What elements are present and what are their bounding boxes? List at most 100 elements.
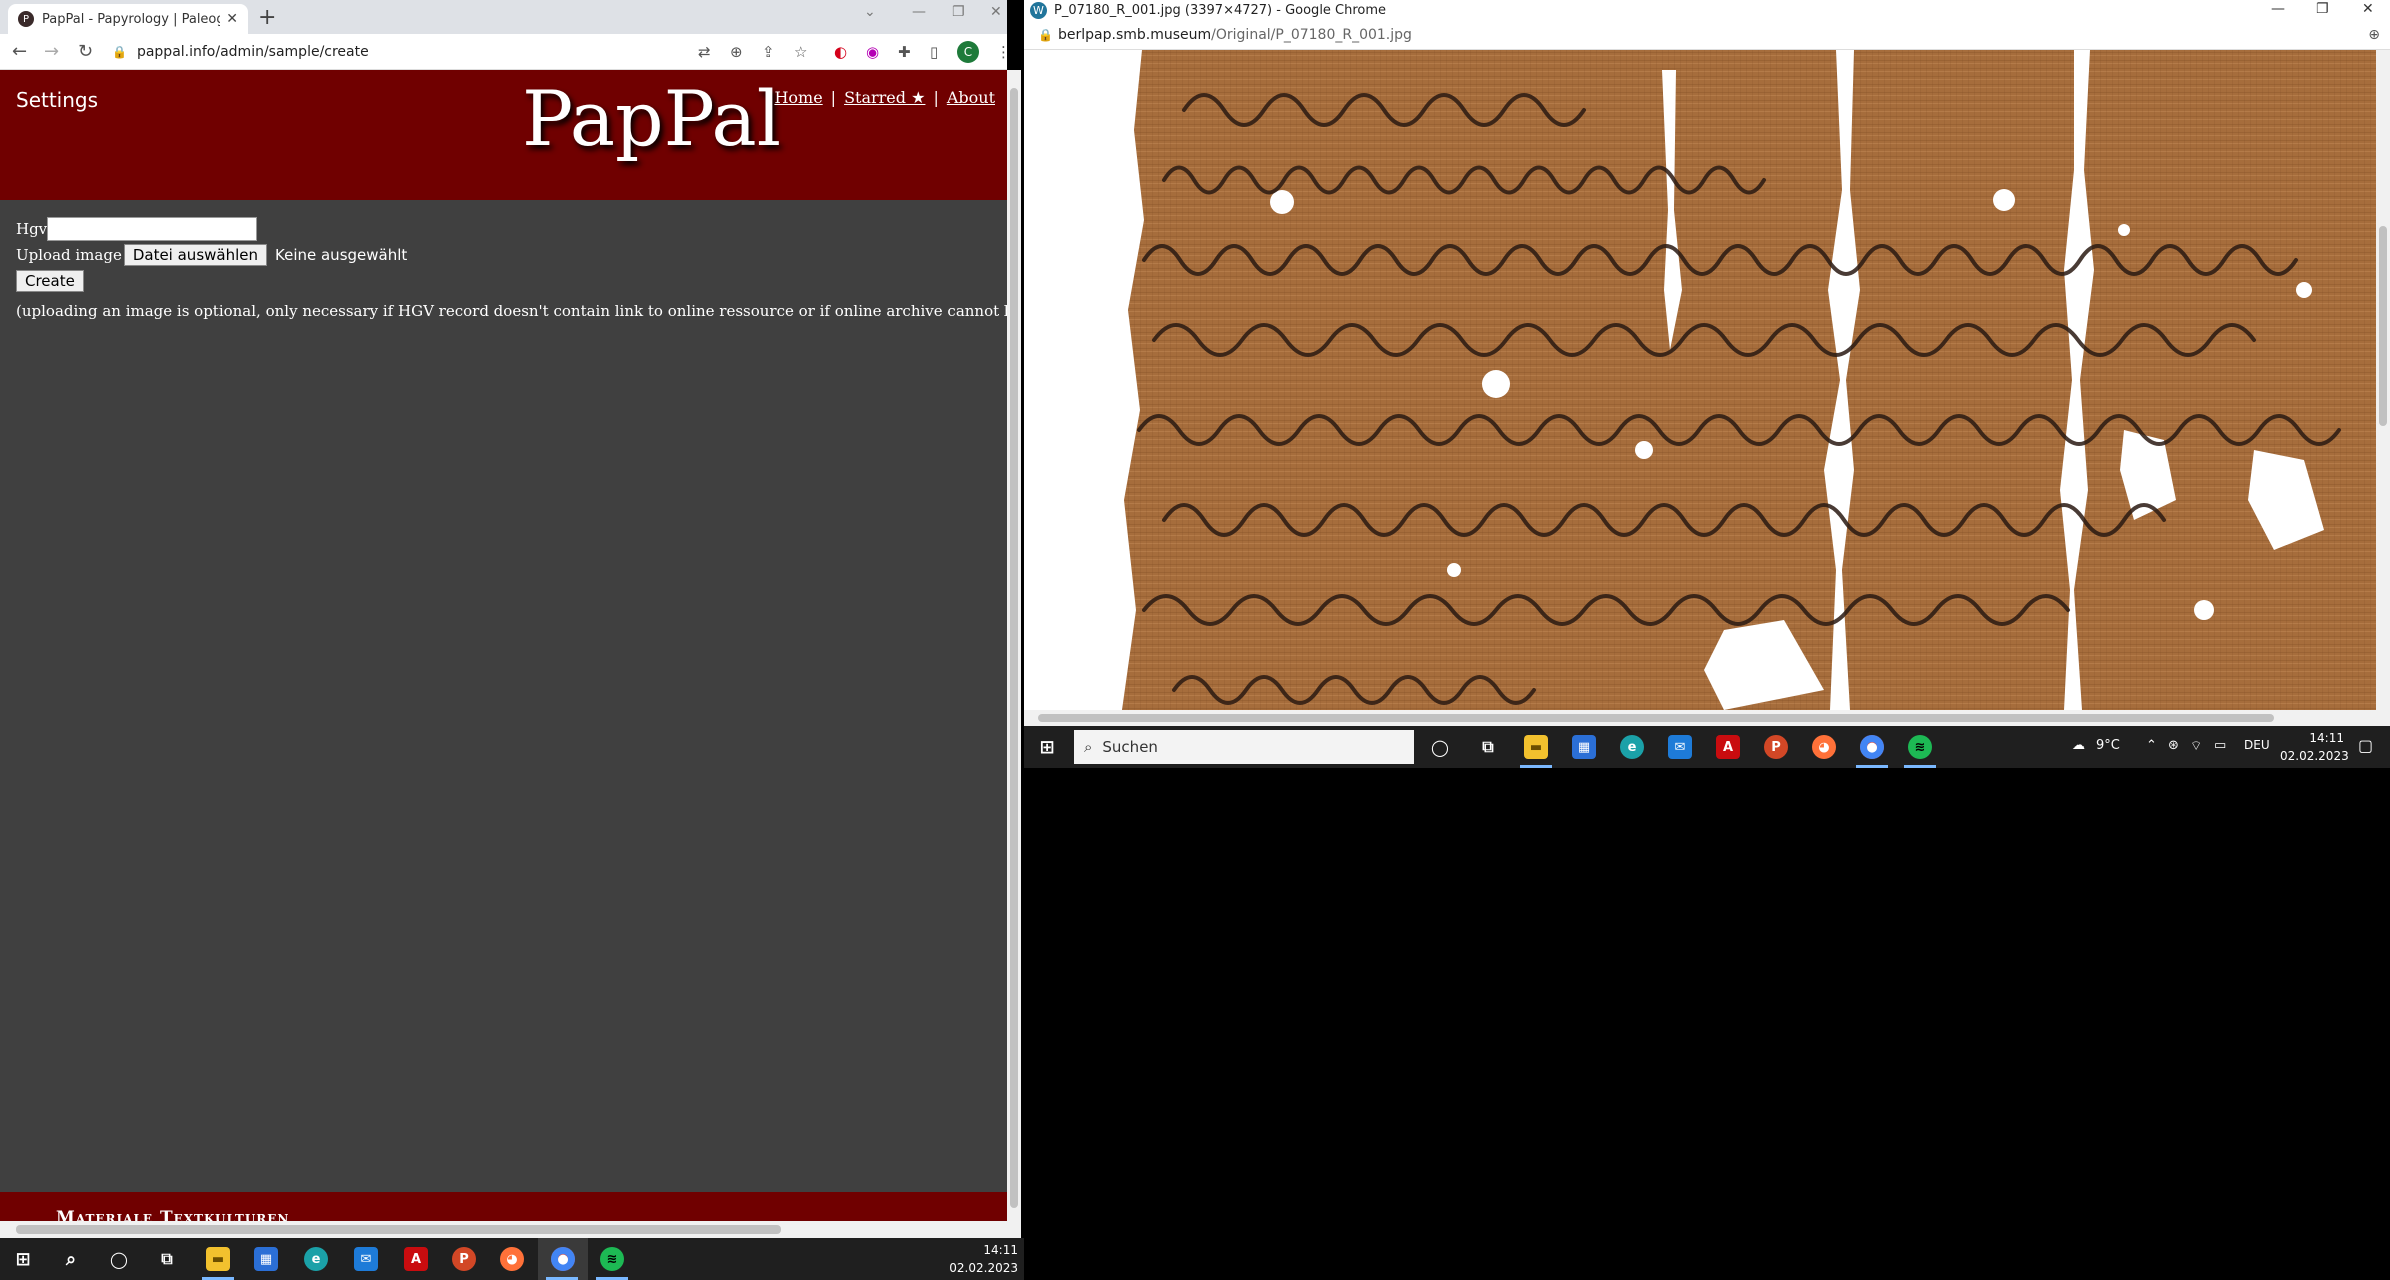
windows-start-icon[interactable]: ⊞ <box>1024 726 1070 768</box>
tray-chevron-icon[interactable]: ⌃ <box>2146 738 2157 753</box>
minimize-icon[interactable]: — <box>2271 1 2285 17</box>
tab-title: PapPal - Papyrology | Paleograph <box>42 11 220 27</box>
weather-temp[interactable]: 9°C <box>2096 738 2120 753</box>
forward-icon[interactable]: → <box>44 41 59 62</box>
browser-toolbar: ← → ↻ 🔒 pappal.info/admin/sample/create … <box>0 34 1007 70</box>
clock-time: 14:11 <box>2309 731 2344 745</box>
chrome-icon[interactable]: ● <box>1848 726 1896 768</box>
right-browser-window: W P_07180_R_001.jpg (3397×4727) - Google… <box>1024 0 2390 726</box>
task-view-icon[interactable]: ⧉ <box>1464 726 1512 768</box>
restore-icon[interactable]: ❐ <box>952 4 965 20</box>
edge-icon[interactable]: e <box>292 1238 340 1280</box>
mail-icon[interactable]: ✉ <box>342 1238 390 1280</box>
top-nav: Home | Starred ★ | About <box>774 88 995 107</box>
pappal-favicon-icon: P <box>18 11 34 27</box>
cortana-icon[interactable]: ◯ <box>1416 726 1464 768</box>
store-icon[interactable]: ▦ <box>242 1238 290 1280</box>
close-tab-icon[interactable]: ✕ <box>226 11 238 27</box>
taskbar-clock[interactable]: 14:11 02.02.2023 <box>2280 729 2349 765</box>
page-viewport: Settings PapPal Home | Starred ★ | About Hgv… <box>0 70 1007 1238</box>
weather-icon[interactable]: ☁ <box>2072 738 2085 753</box>
hgv-input[interactable] <box>47 217 258 241</box>
search-placeholder: Suchen <box>1102 738 1158 756</box>
zoom-icon[interactable]: ⊕ <box>2368 27 2380 43</box>
taskbar-search-box[interactable]: ⌕ Suchen <box>1074 730 1414 764</box>
file-explorer-icon[interactable]: ▬ <box>194 1238 242 1280</box>
url-host: berlpap.smb.museum <box>1058 27 1212 43</box>
window-titlebar: W P_07180_R_001.jpg (3397×4727) - Google… <box>1024 0 2390 22</box>
back-icon[interactable]: ← <box>12 41 27 62</box>
upload-note: (uploading an image is optional, only ne… <box>16 302 1007 320</box>
no-file-chosen-text: Keine ausgewählt <box>275 246 408 264</box>
task-view-icon[interactable]: ⧉ <box>144 1238 190 1280</box>
image-horizontal-scrollbar[interactable] <box>1024 710 2390 726</box>
translate-icon[interactable]: ⇄ <box>698 43 711 61</box>
search-icon[interactable]: ⌕ <box>48 1238 94 1280</box>
edge-icon[interactable]: e <box>1608 726 1656 768</box>
extension-red-icon[interactable]: ◐ <box>834 43 847 61</box>
reload-icon[interactable]: ↻ <box>78 41 93 62</box>
settings-label[interactable]: Settings <box>16 88 98 112</box>
menu-icon[interactable]: ⋮ <box>996 43 1007 61</box>
powerpoint-icon[interactable]: P <box>1752 726 1800 768</box>
windows-start-icon[interactable]: ⊞ <box>0 1238 46 1280</box>
tab-bar: P PapPal - Papyrology | Paleograph ✕ + ⌄… <box>0 0 1007 34</box>
network-icon[interactable]: ⊛ <box>2168 738 2179 753</box>
new-tab-icon[interactable]: + <box>258 5 276 30</box>
taskbar-left: ⊞ ⌕ ◯ ⧉ ▬ ▦ e ✉ A P ◕ ● ≋ 14:11 02.02.20… <box>0 1238 1024 1280</box>
site-header: Settings PapPal Home | Starred ★ | About <box>0 70 1007 200</box>
create-button[interactable]: Create <box>16 270 84 292</box>
papyrus-image[interactable] <box>1024 50 2390 710</box>
battery-icon[interactable]: ▭ <box>2214 738 2226 753</box>
mail-icon[interactable]: ✉ <box>1656 726 1704 768</box>
acrobat-icon[interactable]: A <box>392 1238 440 1280</box>
acrobat-icon[interactable]: A <box>1704 726 1752 768</box>
nav-about-link[interactable]: About <box>947 88 995 107</box>
choose-file-button[interactable]: Datei auswählen <box>123 244 267 266</box>
vertical-scrollbar[interactable] <box>1007 70 1021 1238</box>
image-vertical-scrollbar[interactable] <box>2376 50 2390 710</box>
clock-time: 14:11 <box>983 1243 1018 1257</box>
store-icon[interactable]: ▦ <box>1560 726 1608 768</box>
tab-pappal[interactable]: P PapPal - Papyrology | Paleograph ✕ <box>8 4 248 34</box>
address-text: pappal.info/admin/sample/create <box>136 44 369 60</box>
file-explorer-icon[interactable]: ▬ <box>1512 726 1560 768</box>
close-window-icon[interactable]: ✕ <box>990 4 1002 20</box>
star-icon[interactable]: ☆ <box>794 43 807 61</box>
address-bar[interactable]: 🔒 berlpap.smb.museum/Original/P_07180_R_… <box>1024 22 2390 50</box>
sidepanel-icon[interactable]: ▯ <box>930 43 938 61</box>
site-logo[interactable]: PapPal <box>522 74 781 163</box>
minimize-icon[interactable]: — <box>912 4 926 20</box>
address-bar[interactable]: 🔒 pappal.info/admin/sample/create <box>112 39 712 65</box>
taskbar-clock[interactable]: 14:11 02.02.2023 <box>944 1241 1018 1277</box>
firefox-icon[interactable]: ◕ <box>1800 726 1848 768</box>
powerpoint-icon[interactable]: P <box>440 1238 488 1280</box>
chrome-icon[interactable]: ● <box>538 1238 588 1280</box>
hgv-label: Hgv <box>16 220 48 238</box>
spotify-icon[interactable]: ≋ <box>588 1238 636 1280</box>
clock-date: 02.02.2023 <box>2280 749 2349 763</box>
firefox-icon[interactable]: ◕ <box>488 1238 536 1280</box>
nav-home-link[interactable]: Home <box>774 88 822 107</box>
wordpress-favicon-icon: W <box>1030 2 1047 19</box>
lock-icon[interactable]: 🔒 <box>1038 28 1053 42</box>
wifi-icon[interactable]: ⌔ <box>2190 738 2202 754</box>
nav-starred-link[interactable]: Starred ★ <box>844 88 925 107</box>
tab-search-icon[interactable]: ⌄ <box>864 4 876 20</box>
horizontal-scrollbar[interactable] <box>0 1221 1007 1238</box>
spotify-icon[interactable]: ≋ <box>1896 726 1944 768</box>
cortana-icon[interactable]: ◯ <box>96 1238 142 1280</box>
papyrus-fragment-graphic <box>1122 50 2376 710</box>
url-path: /Original/P_07180_R_001.jpg <box>1211 27 1412 43</box>
restore-icon[interactable]: ❐ <box>2316 1 2329 17</box>
language-indicator[interactable]: DEU <box>2244 738 2270 752</box>
lock-icon[interactable]: 🔒 <box>112 45 127 59</box>
notification-icon[interactable]: ▢ <box>2358 736 2373 755</box>
left-browser-window: P PapPal - Papyrology | Paleograph ✕ + ⌄… <box>0 0 1007 1238</box>
extension-purple-icon[interactable]: ◉ <box>866 43 879 61</box>
profile-avatar[interactable]: C <box>957 41 979 63</box>
zoom-icon[interactable]: ⊕ <box>730 43 743 61</box>
extension-icon[interactable]: ✚ <box>898 43 911 61</box>
share-icon[interactable]: ⇪ <box>762 43 775 61</box>
close-window-icon[interactable]: ✕ <box>2362 1 2374 17</box>
